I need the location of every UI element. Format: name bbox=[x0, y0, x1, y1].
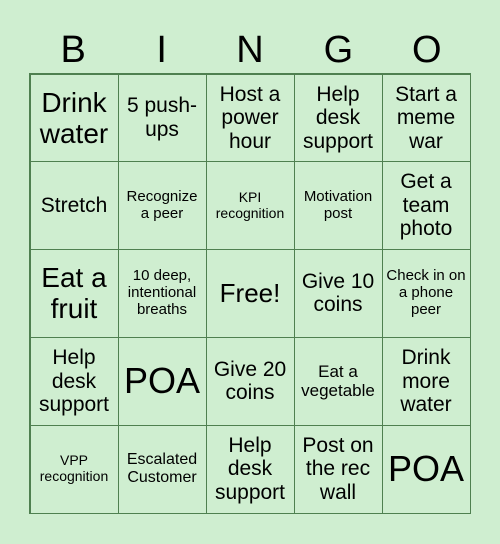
bingo-cell[interactable]: 5 push-ups bbox=[117, 73, 207, 163]
free-space-cell[interactable]: Free! bbox=[205, 249, 295, 338]
bingo-cell[interactable]: Stretch bbox=[29, 161, 119, 251]
bingo-cell[interactable]: Eat a vegetable bbox=[293, 336, 383, 426]
header-letter-b: B bbox=[60, 29, 86, 71]
bingo-cell[interactable]: Help desk support bbox=[293, 73, 383, 163]
bingo-header: B I N G O bbox=[29, 28, 471, 73]
bingo-cell[interactable]: Eat a fruit bbox=[29, 249, 119, 338]
bingo-cell[interactable]: Give 10 coins bbox=[293, 249, 383, 338]
bingo-cell[interactable]: POA bbox=[381, 424, 471, 514]
bingo-cell[interactable]: POA bbox=[117, 336, 207, 426]
bingo-cell[interactable]: Drink more water bbox=[381, 336, 471, 426]
bingo-cell[interactable]: Help desk support bbox=[205, 424, 295, 514]
bingo-cell[interactable]: 10 deep, intentional breaths bbox=[117, 249, 207, 338]
bingo-cell[interactable]: Motivation post bbox=[293, 161, 383, 251]
bingo-cell[interactable]: Start a meme war bbox=[381, 73, 471, 163]
bingo-cell[interactable]: Recognize a peer bbox=[117, 161, 207, 251]
bingo-cell[interactable]: VPP recognition bbox=[29, 424, 119, 514]
bingo-cell[interactable]: Check in on a phone peer bbox=[381, 249, 471, 338]
bingo-cell[interactable]: Get a team photo bbox=[381, 161, 471, 251]
header-letter-o: O bbox=[412, 29, 442, 71]
bingo-cell[interactable]: KPI recognition bbox=[205, 161, 295, 251]
bingo-cell[interactable]: Host a power hour bbox=[205, 73, 295, 163]
bingo-board: Drink water 5 push-ups Host a power hour… bbox=[29, 73, 471, 514]
bingo-cell[interactable]: Post on the rec wall bbox=[293, 424, 383, 514]
bingo-cell[interactable]: Drink water bbox=[29, 73, 119, 163]
header-letter-g: G bbox=[323, 29, 354, 71]
header-letter-i: I bbox=[156, 29, 167, 71]
header-letter-n: N bbox=[236, 29, 264, 71]
bingo-cell[interactable]: Give 20 coins bbox=[205, 336, 295, 426]
bingo-cell[interactable]: Help desk support bbox=[29, 336, 119, 426]
bingo-cell[interactable]: Escalated Customer bbox=[117, 424, 207, 514]
